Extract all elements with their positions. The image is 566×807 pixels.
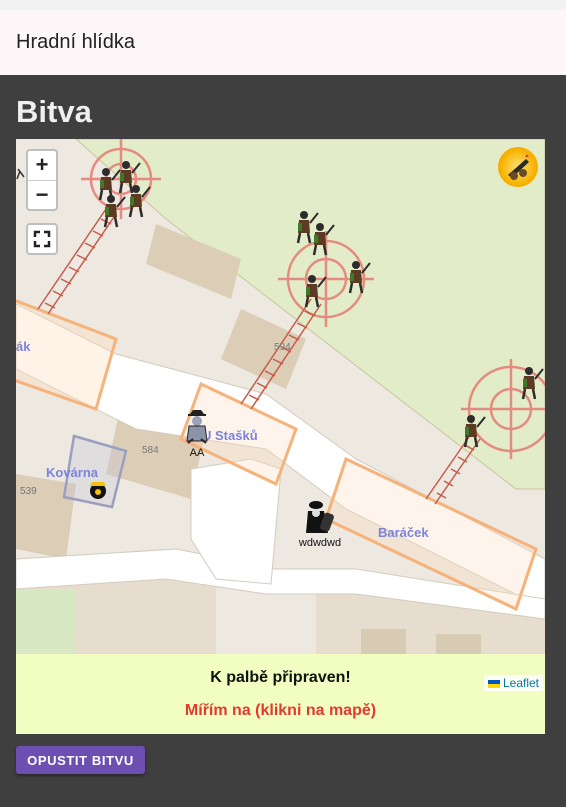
app-bar: Hradní hlídka [0,10,566,75]
place-label-cut: ák [16,339,31,354]
ukraine-flag-icon [487,679,500,688]
status-text: K palbě připraven! [210,669,351,686]
blacksmith-icon[interactable] [86,477,110,501]
cannon-button[interactable] [498,147,538,187]
zoom-in-button[interactable]: + [28,151,56,180]
page-title: Bitva [16,94,92,129]
elevation-label: 539 [20,486,37,497]
cannon-icon [508,154,529,180]
map-background [16,139,545,654]
place-label-u-stasku: U Stašků [202,428,258,443]
leave-battle-button[interactable]: OPUSTIT BITVU [16,746,145,774]
zoom-control: + − [26,149,58,211]
player-aa-icon[interactable] [184,409,210,445]
zoom-out-button[interactable]: − [28,180,56,210]
player-wdwdwd-icon[interactable] [302,499,338,539]
attribution-link[interactable]: Leaflet [503,676,539,690]
place-label-baracek: Baráček [378,525,429,540]
status-panel: K palbě připraven! Mířím na (klikni na m… [16,654,545,734]
fullscreen-icon [33,230,51,248]
map-attribution[interactable]: Leaflet [483,675,543,691]
battle-map[interactable]: + − ák U Stašků Kovárna Baráček 594 584 … [16,139,545,654]
player-wdwdwd-name: wdwdwd [298,537,342,549]
elevation-label: 584 [142,445,159,456]
player-aa-name: AA [189,447,205,459]
app-title: Hradní hlídka [16,31,135,53]
elevation-label: 594 [274,342,291,353]
fullscreen-button[interactable] [26,223,58,255]
top-strip [0,0,566,10]
aim-prompt[interactable]: Mířím na (klikni na mapě) [16,702,545,720]
